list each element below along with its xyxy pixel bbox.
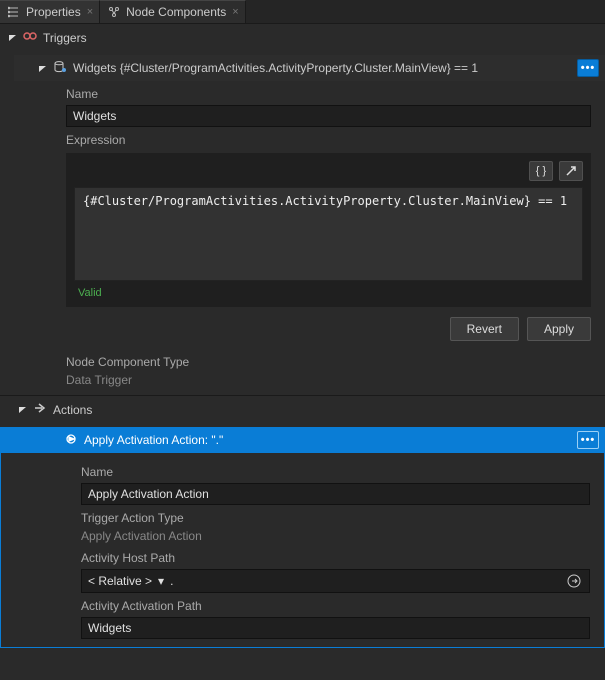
- close-icon[interactable]: ×: [87, 6, 93, 18]
- expand-button[interactable]: [559, 161, 583, 181]
- braces-button[interactable]: { }: [529, 161, 553, 181]
- arrow-icon: [33, 402, 47, 417]
- action-form: Name Apply Activation Action Trigger Act…: [1, 453, 604, 647]
- name-field[interactable]: Widgets: [66, 105, 591, 127]
- triggers-icon: [23, 30, 37, 45]
- name-label: Name: [81, 465, 590, 479]
- path-mode-dropdown[interactable]: < Relative > ▾: [88, 574, 164, 588]
- activation-icon: [64, 433, 78, 448]
- tab-node-components[interactable]: Node Components ×: [100, 0, 246, 23]
- chevron-down-icon: [38, 64, 47, 73]
- activity-activation-path-field[interactable]: Widgets: [81, 617, 590, 639]
- trigger-action-type-value: Apply Activation Action: [81, 529, 590, 543]
- trigger-form: Name Widgets Expression { } {#Cluster/Pr…: [14, 87, 605, 387]
- trigger-item-header[interactable]: Widgets {#Cluster/ProgramActivities.Acti…: [14, 55, 605, 81]
- chevron-down-icon: ▾: [158, 574, 164, 588]
- revert-button[interactable]: Revert: [450, 317, 519, 341]
- tab-label: Properties: [26, 5, 81, 19]
- list-icon: [8, 6, 20, 18]
- name-field[interactable]: Apply Activation Action: [81, 483, 590, 505]
- expression-label: Expression: [66, 133, 591, 147]
- activity-activation-path-label: Activity Activation Path: [81, 599, 590, 613]
- node-component-type-value: Data Trigger: [66, 373, 591, 387]
- navigate-button[interactable]: [565, 572, 583, 590]
- chevron-down-icon: [18, 405, 27, 414]
- expression-validity: Valid: [74, 287, 583, 299]
- tab-properties[interactable]: Properties ×: [0, 0, 100, 23]
- action-title: Apply Activation Action: ".": [84, 433, 223, 447]
- activity-host-path-label: Activity Host Path: [81, 551, 590, 565]
- node-component-type-label: Node Component Type: [66, 355, 591, 369]
- triggers-heading: Triggers: [43, 31, 87, 45]
- expression-box: { } {#Cluster/ProgramActivities.Activity…: [66, 153, 591, 307]
- trigger-title: Widgets {#Cluster/ProgramActivities.Acti…: [73, 61, 478, 75]
- actions-section-header[interactable]: Actions: [0, 396, 605, 423]
- close-icon[interactable]: ×: [232, 6, 238, 18]
- tab-label: Node Components: [126, 5, 226, 19]
- tab-bar: Properties × Node Components ×: [0, 0, 605, 24]
- actions-heading: Actions: [53, 403, 92, 417]
- activity-host-path-field[interactable]: < Relative > ▾ .: [81, 569, 590, 593]
- apply-button[interactable]: Apply: [527, 317, 591, 341]
- action-item-header[interactable]: Apply Activation Action: "." •••: [0, 427, 605, 453]
- triggers-section-header[interactable]: Triggers: [0, 24, 605, 51]
- more-button[interactable]: •••: [577, 431, 599, 449]
- name-label: Name: [66, 87, 591, 101]
- expression-editor[interactable]: {#Cluster/ProgramActivities.ActivityProp…: [74, 187, 583, 281]
- nodes-icon: [108, 6, 120, 18]
- chevron-down-icon: [8, 33, 17, 42]
- more-button[interactable]: •••: [577, 59, 599, 77]
- database-icon: [53, 61, 67, 76]
- trigger-action-type-label: Trigger Action Type: [81, 511, 590, 525]
